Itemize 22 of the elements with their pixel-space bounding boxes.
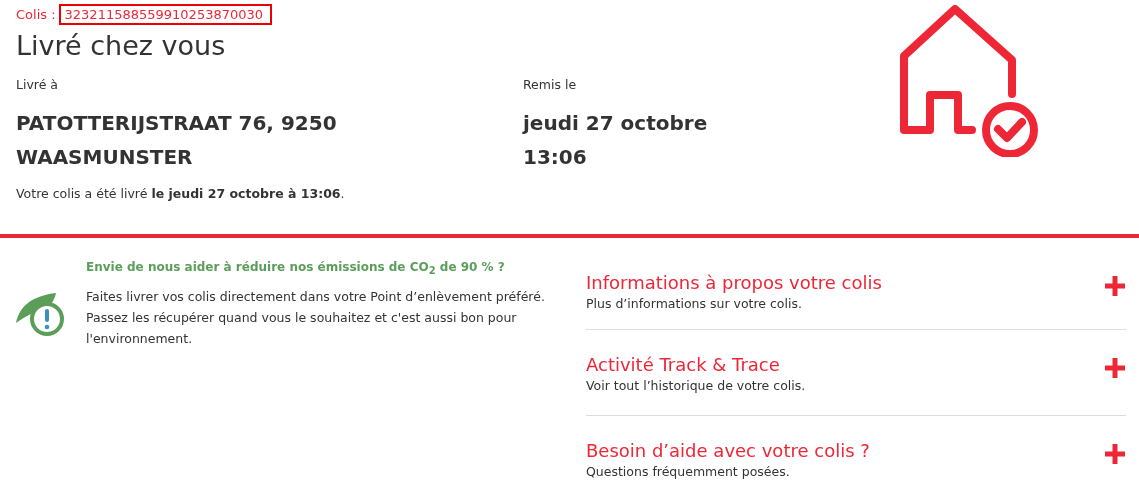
section-subtitle: Plus d’informations sur votre colis. [586,296,803,311]
section-title[interactable]: Informations à propos votre colis [586,272,882,293]
eco-tip-title: Envie de nous aider à réduire nos émissions de CO$_{2}$ de 90 % ? [86,260,506,277]
plus-icon[interactable] [1105,444,1125,464]
delivery-date: jeudi 27 octobre [523,110,708,137]
section-subtitle: Questions fréquemment posées. [586,464,791,479]
section-title[interactable]: Activité Track & Trace [586,354,806,375]
house-check-icon [900,5,1040,157]
section-title[interactable]: Besoin d’aide avec votre colis ? [586,440,870,461]
eco-tip-text: Faites livrer vos colis directement dans votre Point d’enlèvement préféré. Passez les récupérer quand vous le souhaitez et c'est aussi bon pour l'environnement. [86,288,546,349]
page-title: Livré chez vous [16,30,227,61]
tracking-number: 323211588559910253870030 [58,4,273,25]
section-subtitle: Voir tout l’historique de votre colis. [586,378,806,393]
leaf-alert-icon [14,290,66,338]
plus-icon[interactable] [1105,276,1125,296]
delivered-to-label: Livré à [16,77,60,92]
parcel-label: Colis : [16,7,56,22]
delivery-time: 13:06 [523,144,588,171]
delivery-address: PATOTTERIJSTRAAT 76, 9250 WAASMUNSTER [16,110,338,171]
handed-over-label: Remis le [523,77,578,92]
delivery-summary: Votre colis a été livré le jeudi 27 octobre à 13:06. [16,186,346,201]
plus-icon[interactable] [1105,358,1125,378]
